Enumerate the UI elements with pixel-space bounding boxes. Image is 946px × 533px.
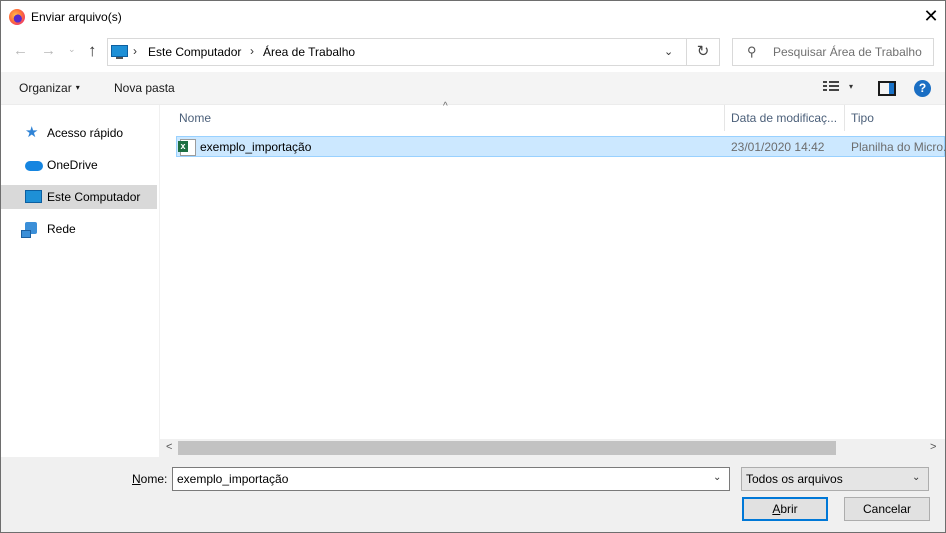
breadcrumb-separator[interactable]: › <box>250 44 254 58</box>
column-header-type[interactable]: Tipo <box>851 111 874 125</box>
file-name-value: exemplo_importação <box>177 472 289 486</box>
sort-ascending-icon: ^ <box>443 101 448 112</box>
window-title: Enviar arquivo(s) <box>31 10 122 24</box>
back-arrow-icon[interactable]: ← <box>13 42 28 59</box>
file-date: 23/01/2020 14:42 <box>731 140 825 154</box>
column-header-date[interactable]: Data de modificaç... <box>731 111 837 125</box>
cancel-button[interactable]: Cancelar <box>844 497 930 521</box>
file-name: exemplo_importação <box>200 140 312 154</box>
excel-file-icon <box>178 139 196 156</box>
organize-caret-icon: ▾ <box>75 83 80 92</box>
file-type: Planilha do Micro... <box>851 140 946 154</box>
breadcrumb-este-computador[interactable]: Este Computador <box>148 45 241 59</box>
breadcrumb-area-de-trabalho[interactable]: Área de Trabalho <box>263 45 355 59</box>
title-bar: Enviar arquivo(s) ✕ <box>1 1 945 33</box>
dialog-footer: Nome: exemplo_importação ⌄ Todos os arqu… <box>1 457 945 532</box>
column-divider[interactable] <box>724 105 725 131</box>
file-dialog: Enviar arquivo(s) ✕ ← → ⌄ ↑ › Este Compu… <box>0 0 946 533</box>
file-row[interactable]: exemplo_importação 23/01/2020 14:42 Plan… <box>176 136 945 157</box>
computer-icon <box>25 190 42 203</box>
column-header-name[interactable]: Nome <box>179 111 211 125</box>
view-dropdown-icon[interactable]: ▾ <box>849 82 853 91</box>
open-button[interactable]: Abrir <box>742 497 828 521</box>
forward-arrow-icon[interactable]: → <box>41 42 56 59</box>
file-name-label: Nome: <box>132 472 167 486</box>
file-name-field[interactable]: exemplo_importação ⌄ <box>172 467 730 491</box>
sidebar-item-acesso-rapido[interactable]: ★ Acesso rápido <box>1 121 157 145</box>
recent-locations-chevron-icon[interactable]: ⌄ <box>68 44 76 55</box>
sidebar-item-label: OneDrive <box>47 158 98 172</box>
sidebar-item-rede[interactable]: Rede <box>1 217 157 241</box>
star-icon: ★ <box>25 124 39 141</box>
horizontal-scrollbar[interactable]: < > <box>160 439 945 457</box>
scroll-right-icon[interactable]: > <box>930 441 936 453</box>
command-toolbar: Organizar ▾ Nova pasta ▾ ? <box>1 72 945 105</box>
address-bar[interactable]: › Este Computador › Área de Trabalho ⌄ <box>107 38 687 66</box>
breadcrumb-separator[interactable]: › <box>133 44 137 58</box>
column-divider[interactable] <box>844 105 845 131</box>
file-type-filter-select[interactable]: Todos os arquivos ⌄ <box>741 467 929 491</box>
sidebar-item-label: Acesso rápido <box>47 126 124 140</box>
navigation-pane: ★ Acesso rápido OneDrive Este Computador… <box>1 105 160 457</box>
new-folder-button[interactable]: Nova pasta <box>114 81 175 95</box>
organize-button[interactable]: Organizar ▾ <box>19 81 80 95</box>
search-placeholder: Pesquisar Área de Trabalho <box>773 45 922 59</box>
firefox-icon <box>9 9 25 25</box>
view-options-icon[interactable] <box>823 81 839 94</box>
label-text: ome: <box>140 472 168 486</box>
organize-label: Organizar <box>19 81 72 95</box>
refresh-button[interactable]: ↻ <box>686 38 720 66</box>
sidebar-item-este-computador[interactable]: Este Computador <box>1 185 157 209</box>
cloud-icon <box>25 161 43 171</box>
chevron-down-icon[interactable]: ⌄ <box>912 472 920 483</box>
label-text: brir <box>780 502 798 516</box>
sidebar-item-label: Este Computador <box>47 190 141 204</box>
file-list: ^ Nome Data de modificaç... Tipo exemplo… <box>160 101 945 457</box>
scrollbar-thumb[interactable] <box>178 441 836 455</box>
scroll-left-icon[interactable]: < <box>166 441 172 453</box>
up-arrow-icon[interactable]: ↑ <box>88 41 97 61</box>
address-dropdown-chevron-icon[interactable]: ⌄ <box>664 45 673 58</box>
computer-icon <box>111 45 128 59</box>
chevron-down-icon[interactable]: ⌄ <box>713 472 721 483</box>
help-icon[interactable]: ? <box>914 80 931 97</box>
search-input[interactable]: ⚲ Pesquisar Área de Trabalho <box>732 38 934 66</box>
filter-value: Todos os arquivos <box>746 472 843 486</box>
preview-pane-icon[interactable] <box>878 81 896 96</box>
close-icon[interactable]: ✕ <box>919 5 943 27</box>
sidebar-item-onedrive[interactable]: OneDrive <box>1 153 157 177</box>
network-icon <box>21 222 37 238</box>
search-icon: ⚲ <box>747 44 757 59</box>
sidebar-item-label: Rede <box>47 222 76 236</box>
access-key: N <box>132 472 141 486</box>
